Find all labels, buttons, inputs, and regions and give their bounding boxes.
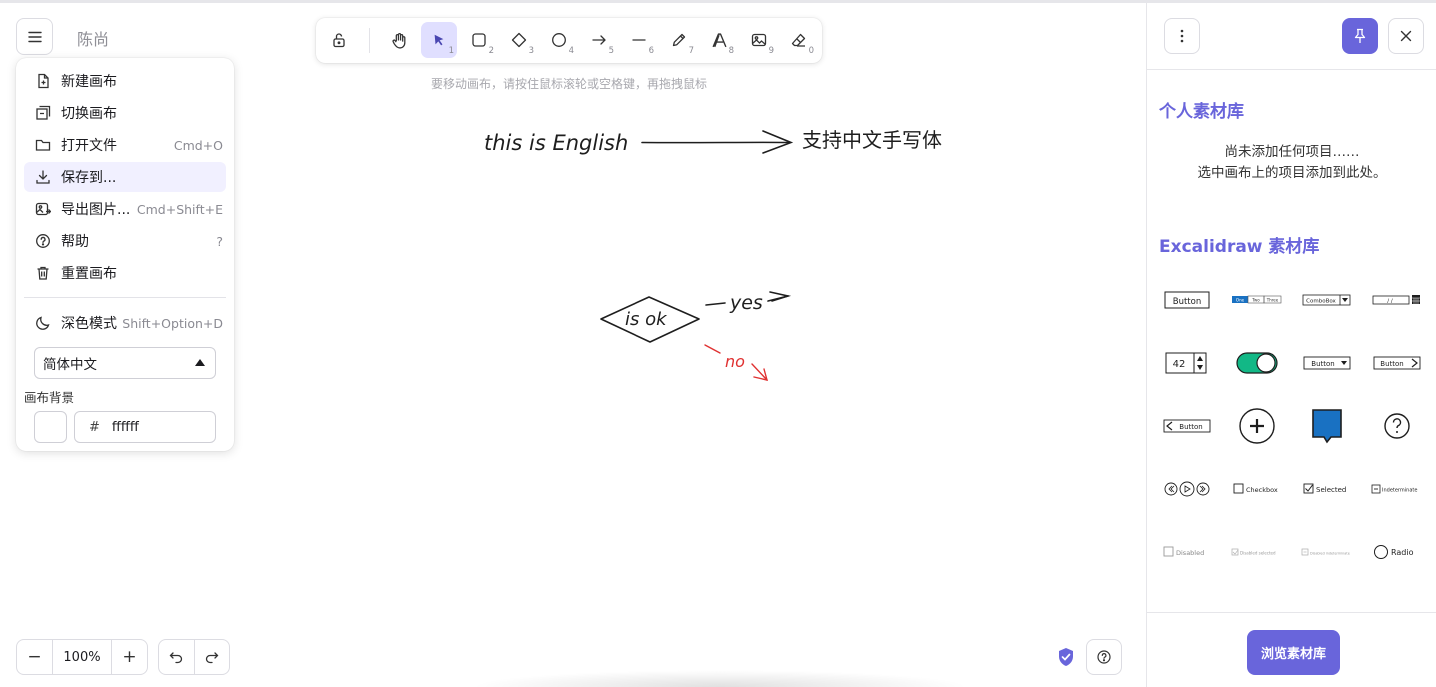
library-pin-button[interactable]: [1342, 18, 1378, 54]
redo-icon: [205, 652, 219, 664]
zoom-in-button[interactable]: +: [112, 640, 147, 674]
library-more-button[interactable]: [1164, 18, 1200, 54]
zoom-out-button[interactable]: −: [17, 640, 52, 674]
library-close-button[interactable]: [1388, 18, 1424, 54]
shield-check-icon[interactable]: [1057, 647, 1075, 671]
personal-library-title: 个人素材库: [1159, 102, 1244, 122]
item-text: Button: [1179, 423, 1202, 431]
personal-library-empty: 尚未添加任何项目…… 选中画布上的项目添加到此处。: [1147, 142, 1436, 184]
library-item-tabs[interactable]: One Two Three: [1227, 278, 1287, 322]
bottom-shadow: [470, 670, 970, 687]
undo-button[interactable]: [159, 640, 194, 674]
help-button[interactable]: [1086, 639, 1122, 675]
excalidraw-library-title: Excalidraw 素材库: [1159, 237, 1320, 257]
english-text-element[interactable]: this is English: [484, 131, 628, 155]
item-text: Disabled indeterminate: [1310, 552, 1350, 556]
close-icon: [1400, 30, 1412, 42]
chinese-text-element[interactable]: 支持中文手写体: [802, 128, 942, 152]
library-item-partial[interactable]: [1157, 593, 1217, 613]
yes-label: yes: [729, 292, 763, 314]
no-label: no: [725, 352, 745, 371]
library-item-disabled-indeterminate[interactable]: Disabled indeterminate: [1297, 530, 1357, 574]
empty-line-2: 选中画布上的项目添加到此处。: [1197, 165, 1387, 181]
library-item-add-circle[interactable]: [1227, 404, 1287, 448]
question-icon: [1097, 650, 1111, 664]
tab-text: Three: [1266, 298, 1279, 303]
library-item-disabled-selected[interactable]: Disabled selected: [1227, 530, 1287, 574]
item-text: Disabled selected: [1240, 551, 1276, 556]
redo-button[interactable]: [193, 640, 230, 674]
drawing-canvas[interactable]: this is English 支持中文手写体 is ok yes no: [0, 0, 1146, 687]
library-item-button-back[interactable]: Button: [1157, 404, 1217, 448]
library-item-radio[interactable]: Radio: [1367, 530, 1427, 574]
library-item-checkbox-selected[interactable]: Selected: [1297, 467, 1357, 511]
library-item-help-bubble[interactable]: [1367, 404, 1427, 448]
item-text: Checkbox: [1246, 486, 1278, 494]
item-text: Indeterminate: [1382, 488, 1417, 494]
browse-libraries-button[interactable]: 浏览素材库: [1247, 630, 1340, 675]
library-item-checkbox-indeterminate[interactable]: Indeterminate: [1367, 467, 1427, 511]
item-text: Selected: [1316, 486, 1346, 494]
tab-text: One: [1236, 298, 1245, 303]
library-item-date-picker[interactable]: / /: [1367, 278, 1427, 322]
library-sidebar: 个人素材库 尚未添加任何项目…… 选中画布上的项目添加到此处。 Excalidr…: [1146, 3, 1436, 687]
item-text: Button: [1380, 360, 1403, 368]
library-item-button-dropdown[interactable]: Button: [1297, 341, 1357, 385]
library-item-checkbox[interactable]: Checkbox: [1227, 467, 1287, 511]
item-text: Radio: [1391, 548, 1414, 557]
item-text: Button: [1173, 297, 1201, 307]
library-item-button-next[interactable]: Button: [1367, 341, 1427, 385]
sidebar-header-divider: [1147, 69, 1436, 70]
more-vertical-icon: [1180, 29, 1184, 43]
zoom-reset-button[interactable]: 100%: [52, 640, 112, 674]
undo-redo-group: [158, 639, 230, 675]
library-item-blue-tooltip[interactable]: [1297, 404, 1357, 448]
pin-icon: [1354, 28, 1366, 43]
diamond-label: is ok: [625, 309, 668, 330]
library-item-checkbox-disabled[interactable]: Disabled: [1157, 530, 1217, 574]
library-items-grid: Button One Two Three ComboBox / / 42 Butto…: [1157, 278, 1433, 613]
horizontal-arrow[interactable]: [641, 130, 794, 154]
library-item-number-stepper[interactable]: 42: [1157, 341, 1217, 385]
tab-text: Two: [1251, 298, 1260, 303]
zoom-controls: − 100% +: [16, 639, 148, 675]
undo-icon: [169, 652, 183, 664]
item-text: Button: [1311, 360, 1334, 368]
sidebar-footer-divider: [1147, 612, 1436, 613]
empty-line-1: 尚未添加任何项目……: [1224, 144, 1360, 160]
library-item-combobox[interactable]: ComboBox: [1297, 278, 1357, 322]
item-text: / /: [1387, 299, 1393, 305]
item-text: 42: [1173, 359, 1186, 370]
item-text: Disabled: [1176, 549, 1204, 557]
library-item-button[interactable]: Button: [1157, 278, 1217, 322]
item-text: ComboBox: [1306, 299, 1336, 305]
library-item-toggle[interactable]: [1227, 341, 1287, 385]
library-item-media-controls[interactable]: [1157, 467, 1217, 511]
